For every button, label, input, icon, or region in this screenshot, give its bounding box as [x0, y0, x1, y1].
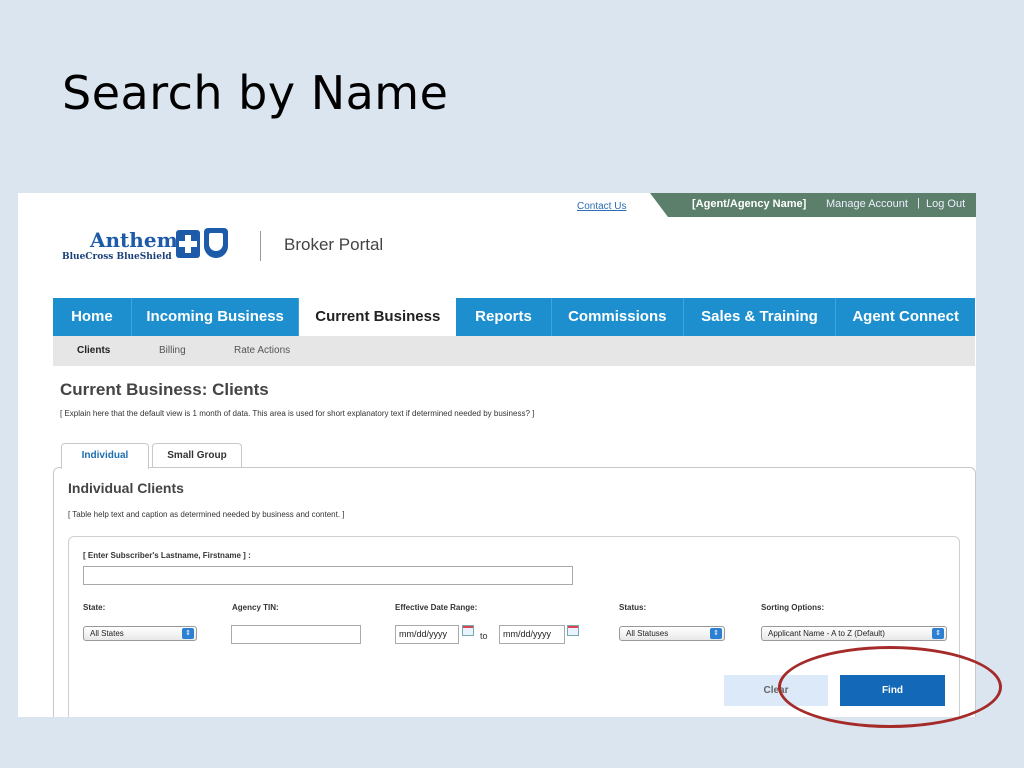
select-arrow-icon: ⇕ [710, 628, 722, 639]
agency-tin-label: Agency TIN: [232, 603, 279, 612]
subnav-clients[interactable]: Clients [77, 345, 110, 356]
state-select-value: All States [90, 629, 124, 638]
nav-tab-agent-connect[interactable]: Agent Connect [836, 298, 975, 336]
utility-bar: [Agent/Agency Name] Manage Account | Log… [650, 193, 976, 217]
panel-title: Individual Clients [68, 480, 184, 496]
sub-nav: Clients Billing Rate Actions [53, 336, 975, 366]
date-to-input[interactable]: mm/dd/yyyy [499, 625, 565, 644]
agent-name: [Agent/Agency Name] [692, 198, 807, 210]
state-label: State: [83, 603, 106, 612]
state-select[interactable]: All States ⇕ [83, 626, 197, 641]
portal-screenshot: Contact Us [Agent/Agency Name] Manage Ac… [18, 193, 976, 717]
status-select[interactable]: All Statuses ⇕ [619, 626, 725, 641]
subnav-rate-actions[interactable]: Rate Actions [234, 345, 290, 356]
nav-tab-home[interactable]: Home [53, 298, 132, 336]
calendar-icon[interactable] [567, 625, 579, 636]
page-help-text: [ Explain here that the default view is … [60, 409, 535, 418]
logo-tagline: BlueCross BlueShield [62, 252, 172, 262]
date-from-input[interactable]: mm/dd/yyyy [395, 625, 459, 644]
blue-shield-icon [204, 228, 228, 258]
status-select-value: All Statuses [626, 629, 669, 638]
blue-cross-icon [176, 230, 200, 258]
contact-us-link[interactable]: Contact Us [577, 201, 626, 212]
effective-date-label: Effective Date Range: [395, 603, 478, 612]
nav-tab-incoming-business[interactable]: Incoming Business [132, 298, 300, 336]
nav-tab-reports[interactable]: Reports [456, 298, 552, 336]
page-title: Current Business: Clients [60, 380, 269, 399]
nav-tab-sales-training[interactable]: Sales & Training [684, 298, 837, 336]
clear-button[interactable]: Clear [724, 675, 828, 706]
anthem-logo[interactable]: Anthem. BlueCross BlueShield [62, 228, 242, 268]
date-range-to: to [480, 631, 488, 641]
utility-separator: | [917, 197, 920, 209]
calendar-icon[interactable] [462, 625, 474, 636]
subnav-billing[interactable]: Billing [159, 345, 186, 356]
log-out-link[interactable]: Log Out [926, 198, 965, 210]
find-button[interactable]: Find [840, 675, 945, 706]
status-label: Status: [619, 603, 647, 612]
main-nav: Home Incoming Business Current Business … [53, 298, 975, 336]
tab-individual[interactable]: Individual [61, 443, 149, 469]
sorting-options-select[interactable]: Applicant Name - A to Z (Default) ⇕ [761, 626, 947, 641]
agency-tin-input[interactable] [231, 625, 361, 644]
individual-clients-panel: Individual Clients [ Table help text and… [53, 467, 976, 717]
nav-tab-commissions[interactable]: Commissions [552, 298, 684, 336]
panel-help-text: [ Table help text and caption as determi… [68, 510, 345, 519]
logo-wordmark: Anthem. [90, 228, 185, 252]
nav-tab-current-business[interactable]: Current Business [299, 298, 457, 336]
select-arrow-icon: ⇕ [932, 628, 944, 639]
subscriber-name-label: [ Enter Subscriber's Lastname, Firstname… [83, 551, 251, 560]
portal-name: Broker Portal [284, 235, 384, 254]
select-arrow-icon: ⇕ [182, 628, 194, 639]
tab-small-group[interactable]: Small Group [152, 443, 242, 468]
sorting-select-value: Applicant Name - A to Z (Default) [768, 629, 885, 638]
sorting-options-label: Sorting Options: [761, 603, 825, 612]
logo-divider [260, 231, 261, 261]
subscriber-name-input[interactable] [83, 566, 573, 585]
manage-account-link[interactable]: Manage Account [826, 198, 908, 210]
slide-title: Search by Name [62, 66, 449, 120]
